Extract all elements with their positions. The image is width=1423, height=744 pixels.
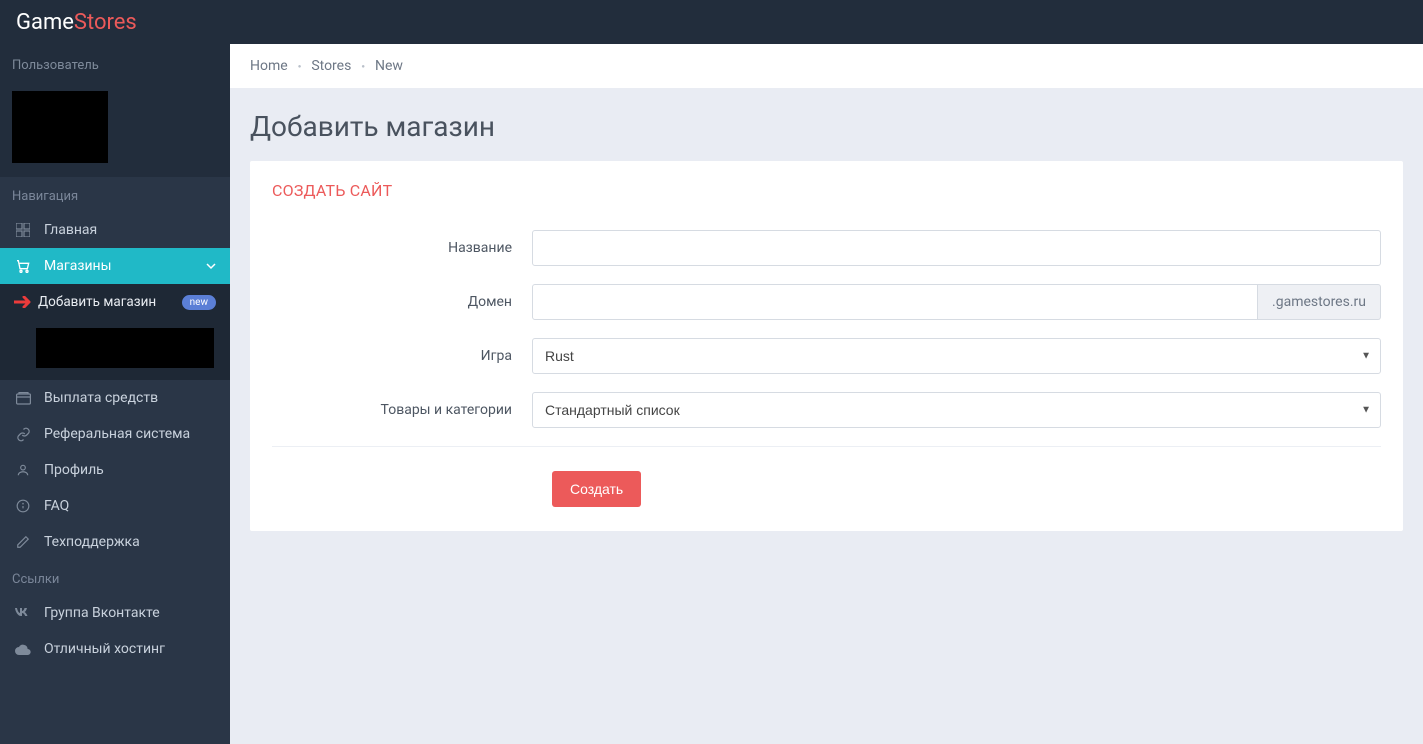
domain-suffix: .gamestores.ru	[1258, 284, 1381, 320]
label-name: Название	[272, 240, 532, 256]
breadcrumb: Home ● Stores ● New	[230, 44, 1423, 88]
sidebar-item-payout[interactable]: Выплата средств	[0, 380, 230, 416]
sidebar-section-user: Пользователь	[0, 44, 230, 81]
create-button[interactable]: Создать	[552, 471, 641, 507]
sidebar-item-label: Профиль	[44, 462, 104, 478]
create-site-card: СОЗДАТЬ САЙТ Название Домен .gamestores.…	[250, 161, 1403, 531]
cloud-icon	[14, 643, 32, 655]
wallet-icon	[14, 392, 32, 405]
sidebar-item-vk[interactable]: Группа Вконтакте	[0, 595, 230, 631]
page-title: Добавить магазин	[250, 110, 1403, 143]
goods-select[interactable]: Стандартный список	[532, 392, 1381, 428]
game-select[interactable]: Rust	[532, 338, 1381, 374]
sidebar-sub-blackbox	[36, 328, 214, 368]
form-row-goods: Товары и категории Стандартный список ▼	[272, 392, 1381, 428]
sidebar-item-referral[interactable]: Реферальная система	[0, 416, 230, 452]
topbar: GameStores	[0, 0, 1423, 44]
grid-icon	[14, 223, 32, 237]
form-row-name: Название	[272, 230, 1381, 266]
avatar	[12, 91, 108, 163]
sidebar-item-faq[interactable]: FAQ	[0, 488, 230, 524]
cart-icon	[14, 258, 32, 274]
breadcrumb-new[interactable]: New	[375, 58, 403, 74]
breadcrumb-sep-icon: ●	[298, 63, 302, 70]
user-icon	[14, 463, 32, 477]
sidebar-item-label: Техподдержка	[44, 534, 140, 550]
sidebar-item-label: Группа Вконтакте	[44, 605, 160, 621]
edit-icon	[14, 535, 32, 549]
chevron-down-icon	[206, 261, 216, 271]
sidebar-item-label: Отличный хостинг	[44, 641, 165, 657]
sidebar-item-hosting[interactable]: Отличный хостинг	[0, 631, 230, 667]
arrow-right-icon	[14, 296, 34, 308]
form-row-domain: Домен .gamestores.ru	[272, 284, 1381, 320]
label-goods: Товары и категории	[272, 402, 532, 418]
sidebar-item-profile[interactable]: Профиль	[0, 452, 230, 488]
main-content: Home ● Stores ● New Добавить магазин СОЗ…	[230, 44, 1423, 744]
new-badge: new	[182, 295, 216, 310]
sidebar-item-label: Выплата средств	[44, 390, 158, 406]
domain-input[interactable]	[532, 284, 1258, 320]
breadcrumb-sep-icon: ●	[361, 63, 365, 70]
sidebar-section-links: Ссылки	[0, 560, 230, 595]
sidebar-item-support[interactable]: Техподдержка	[0, 524, 230, 560]
sidebar-item-label: Магазины	[44, 258, 111, 274]
link-icon	[14, 427, 32, 442]
label-domain: Домен	[272, 294, 532, 310]
label-game: Игра	[272, 348, 532, 364]
sidebar-item-home[interactable]: Главная	[0, 212, 230, 248]
sidebar-subitem-add-store[interactable]: Добавить магазин new	[0, 284, 230, 320]
brand-logo[interactable]: GameStores	[16, 10, 137, 35]
sidebar-submenu-stores: Добавить магазин new	[0, 284, 230, 380]
brand-part-a: Game	[16, 10, 74, 35]
sidebar-item-label: FAQ	[44, 498, 69, 514]
sidebar-item-label: Реферальная система	[44, 426, 190, 442]
sidebar-item-stores[interactable]: Магазины	[0, 248, 230, 284]
divider	[272, 446, 1381, 447]
brand-part-b: Stores	[74, 10, 137, 35]
name-input[interactable]	[532, 230, 1381, 266]
info-icon	[14, 499, 32, 513]
card-title: СОЗДАТЬ САЙТ	[250, 161, 1403, 220]
sidebar-section-nav: Навигация	[0, 177, 230, 212]
sidebar: Пользователь Навигация Главная Магазины	[0, 44, 230, 744]
sidebar-item-label: Главная	[44, 222, 97, 238]
breadcrumb-stores[interactable]: Stores	[311, 58, 351, 74]
sidebar-subitem-label: Добавить магазин	[38, 294, 156, 310]
breadcrumb-home[interactable]: Home	[250, 58, 288, 74]
vk-icon	[14, 608, 32, 618]
form-row-game: Игра Rust ▼	[272, 338, 1381, 374]
sidebar-user-box	[0, 81, 230, 177]
